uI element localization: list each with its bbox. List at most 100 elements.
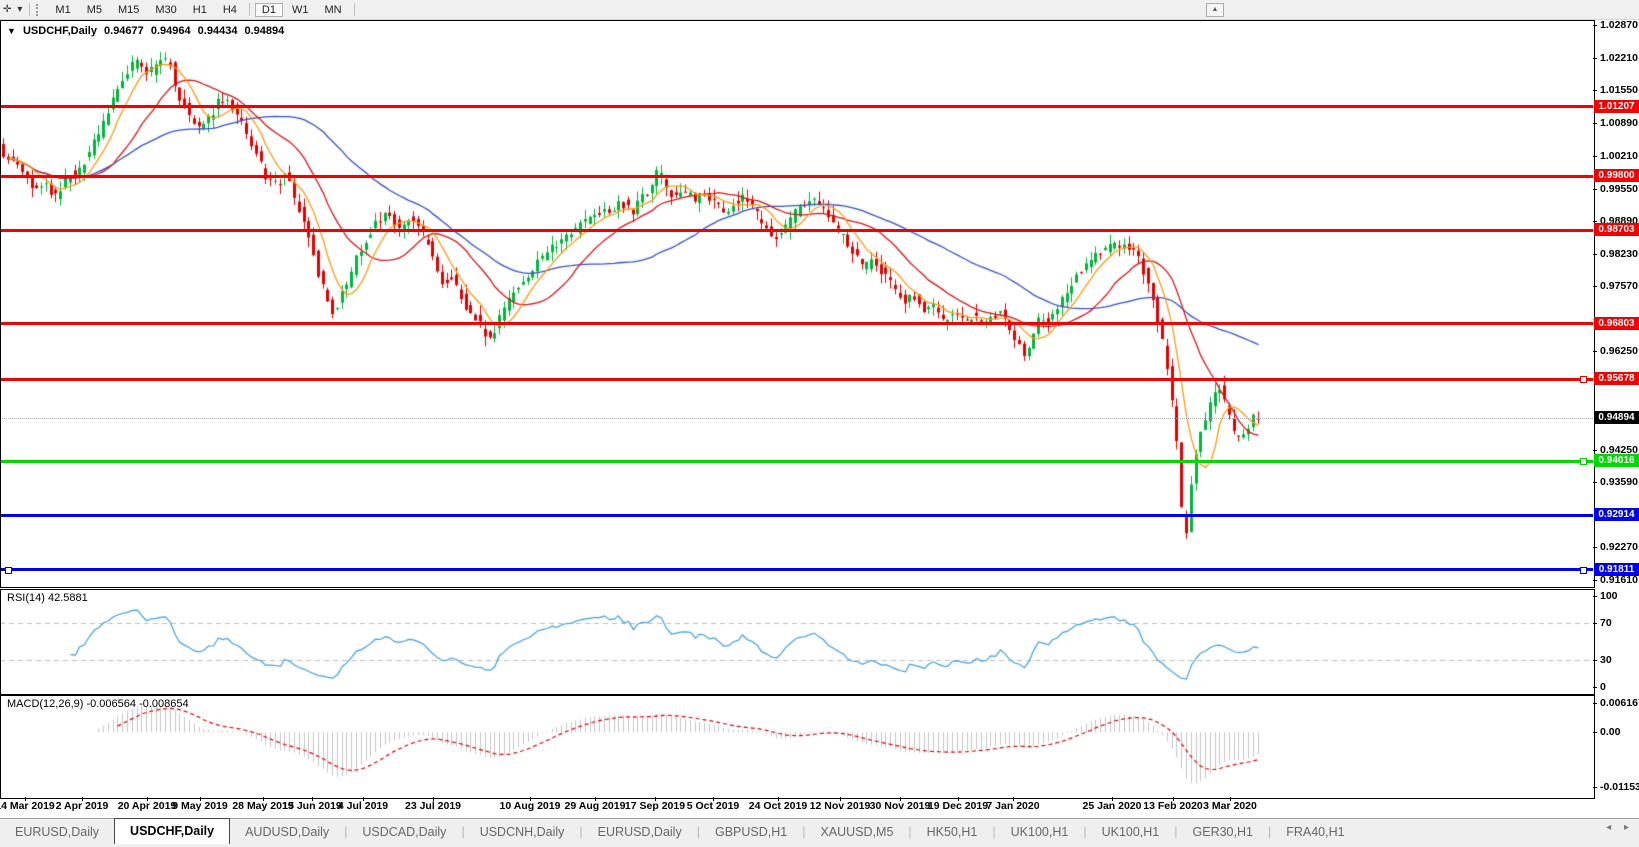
- tab-xauusd-m5[interactable]: XAUUSD,M5: [805, 819, 908, 845]
- date-label: 29 Aug 2019: [565, 800, 626, 812]
- timeframe-button-d1[interactable]: D1: [255, 3, 283, 17]
- date-label: 20 Apr 2019: [118, 800, 177, 812]
- timeframe-button-mn[interactable]: MN: [317, 3, 348, 17]
- ohlc-close: 0.94894: [245, 25, 285, 37]
- tab-fra40-h1[interactable]: FRA40,H1: [1271, 819, 1359, 845]
- rsi-tick-label: 70: [1600, 617, 1612, 629]
- toolbar-separator: [29, 3, 30, 16]
- horizontal-price-line[interactable]: [0, 175, 1593, 178]
- price-line-badge: 1.01207: [1594, 100, 1639, 113]
- tab-usdcad-daily[interactable]: USDCAD,Daily: [347, 819, 461, 845]
- date-label: 2 Apr 2019: [56, 800, 109, 812]
- chevron-down-icon[interactable]: ▾: [14, 4, 25, 15]
- rsi-tick-mark: [1593, 596, 1597, 597]
- date-label: 24 Oct 2019: [749, 800, 807, 812]
- horizontal-price-line[interactable]: [0, 378, 1593, 381]
- tab-hk50-h1[interactable]: HK50,H1: [912, 819, 993, 845]
- chart-tab-bar: EURUSD,DailyUSDCHF,DailyAUDUSD,Daily|USD…: [0, 818, 1639, 845]
- tab-audusd-daily[interactable]: AUDUSD,Daily: [230, 819, 344, 845]
- toolbar-drag-grip[interactable]: [36, 4, 42, 16]
- rsi-tick-label: 30: [1600, 654, 1612, 666]
- price-tick-mark: [1593, 254, 1597, 255]
- toolbar-separator: [354, 3, 355, 16]
- line-handle[interactable]: [1580, 567, 1587, 574]
- timeframe-button-w1[interactable]: W1: [285, 3, 316, 17]
- price-tick-label: 1.02870: [1600, 19, 1638, 31]
- date-label: 3 Mar 2020: [1203, 800, 1257, 812]
- horizontal-price-line[interactable]: [0, 514, 1593, 517]
- horizontal-price-line[interactable]: [0, 460, 1593, 463]
- price-tick-mark: [1593, 90, 1597, 91]
- price-tick-mark: [1593, 156, 1597, 157]
- macd-tick-mark: [1593, 732, 1597, 733]
- date-label: 12 Nov 2019: [810, 800, 871, 812]
- price-tick-label: 0.99550: [1600, 183, 1638, 195]
- horizontal-price-line[interactable]: [0, 105, 1593, 108]
- price-line-badge: 0.96803: [1594, 317, 1639, 330]
- price-tick-label: 1.01550: [1600, 84, 1638, 96]
- timeframe-button-m5[interactable]: M5: [80, 3, 109, 17]
- line-handle[interactable]: [5, 567, 12, 574]
- price-tick-label: 0.97570: [1600, 280, 1638, 292]
- date-label: 13 Feb 2020: [1143, 800, 1203, 812]
- date-label: 25 Jan 2020: [1083, 800, 1142, 812]
- price-line-badge: 0.94894: [1594, 411, 1639, 424]
- price-tick-label: 1.00210: [1600, 150, 1638, 162]
- horizontal-price-line[interactable]: [0, 229, 1593, 232]
- date-label: 9 May 2019: [172, 800, 227, 812]
- tab-ger30-h1[interactable]: GER30,H1: [1178, 819, 1268, 845]
- price-tick-mark: [1593, 58, 1597, 59]
- rsi-tick-label: 100: [1600, 590, 1618, 602]
- macd-tick-mark: [1593, 787, 1597, 788]
- timeframe-button-m1[interactable]: M1: [48, 3, 77, 17]
- line-handle[interactable]: [1580, 376, 1587, 383]
- macd-label: MACD(12,26,9) -0.006564 -0.008654: [7, 698, 189, 710]
- timeframe-button-m15[interactable]: M15: [111, 3, 146, 17]
- price-line-badge: 0.98703: [1594, 223, 1639, 236]
- date-label: 14 Mar 2019: [0, 800, 55, 812]
- macd-tick-mark: [1593, 703, 1597, 704]
- tab-eurusd-daily[interactable]: EURUSD,Daily: [583, 819, 697, 845]
- rsi-tick-mark: [1593, 660, 1597, 661]
- scroll-up-icon[interactable]: ▲: [1206, 3, 1224, 17]
- price-tick-mark: [1593, 25, 1597, 26]
- rsi-tick-mark: [1593, 623, 1597, 624]
- macd-canvas[interactable]: [0, 695, 1593, 797]
- tab-scroll-right-icon[interactable]: ▸: [1624, 822, 1629, 833]
- date-label: 23 Jul 2019: [405, 800, 461, 812]
- rsi-canvas[interactable]: [0, 589, 1593, 693]
- price-tick-mark: [1593, 547, 1597, 548]
- tab-eurusd-daily[interactable]: EURUSD,Daily: [0, 819, 114, 845]
- timeframe-toolbar: ✛ ▾ M1M5M15M30H1H4 D1W1MN ▲: [0, 0, 1639, 20]
- tab-usdchf-daily[interactable]: USDCHF,Daily: [114, 818, 230, 844]
- timeframe-button-m30[interactable]: M30: [148, 3, 183, 17]
- rsi-tick-mark: [1593, 687, 1597, 688]
- rsi-tick-label: 0: [1600, 681, 1606, 693]
- current-price-line: [0, 418, 1593, 419]
- macd-tick-label: -0.011531: [1600, 781, 1639, 793]
- timeframe-buttons: M1M5M15M30H1H4 D1W1MN: [47, 3, 358, 17]
- tab-uk100-h1[interactable]: UK100,H1: [1087, 819, 1175, 845]
- date-label: 19 Dec 2019: [928, 800, 988, 812]
- horizontal-price-line[interactable]: [0, 568, 1593, 571]
- timeframe-button-h4[interactable]: H4: [216, 3, 244, 17]
- tab-usdcnh-daily[interactable]: USDCNH,Daily: [465, 819, 580, 845]
- price-tick-label: 1.02210: [1600, 52, 1638, 64]
- line-handle[interactable]: [1580, 458, 1587, 465]
- chart-dropdown-icon[interactable]: ▼: [7, 26, 16, 36]
- date-label: 15 Jun 2019: [282, 800, 342, 812]
- crosshair-cursor-icon[interactable]: ✛: [0, 4, 14, 15]
- tab-scroll-left-icon[interactable]: ◂: [1606, 822, 1611, 833]
- timeframe-button-h1[interactable]: H1: [186, 3, 214, 17]
- price-line-badge: 0.94016: [1594, 454, 1639, 467]
- price-tick-label: 0.93590: [1600, 476, 1638, 488]
- date-label: 10 Aug 2019: [500, 800, 561, 812]
- price-tick-mark: [1593, 221, 1597, 222]
- tab-uk100-h1[interactable]: UK100,H1: [996, 819, 1084, 845]
- tab-gbpusd-h1[interactable]: GBPUSD,H1: [700, 819, 802, 845]
- price-tick-mark: [1593, 286, 1597, 287]
- price-line-badge: 0.92914: [1594, 508, 1639, 521]
- price-line-badge: 0.95678: [1594, 372, 1639, 385]
- horizontal-price-line[interactable]: [0, 322, 1593, 325]
- chart-symbol: USDCHF,Daily: [23, 25, 97, 37]
